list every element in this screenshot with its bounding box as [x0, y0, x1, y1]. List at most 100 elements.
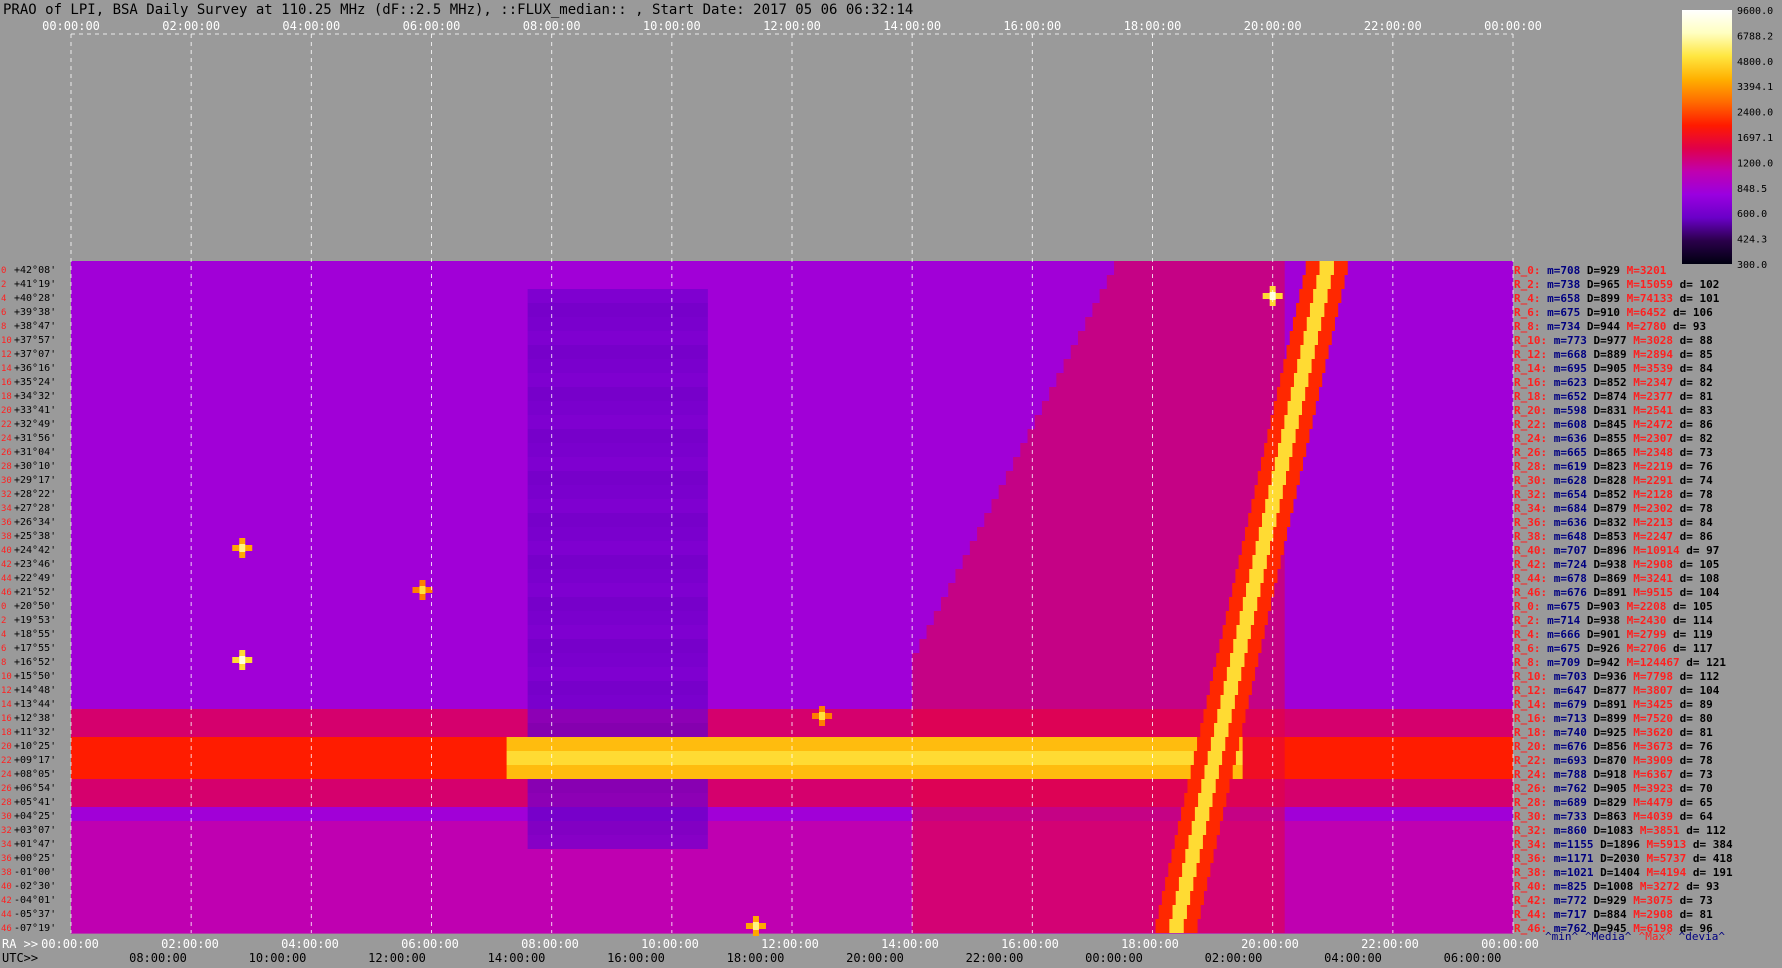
- row-stat: R_38: m=1021 D=1404 M=4194 d= 191: [1514, 866, 1733, 879]
- heatmap-cell: [527, 317, 708, 331]
- colorbar: 9600.0 6788.2 4800.0 3394.1 2400.0 1697.1 1200…: [1682, 6, 1773, 271]
- row-stat: R_2: m=714 D=938 M=2430 d= 114: [1514, 614, 1713, 627]
- streak-cell: [1223, 681, 1239, 695]
- streak-cell: [1214, 723, 1229, 737]
- row-stat: R_46: m=676 D=891 M=9515 d= 104: [1514, 586, 1720, 599]
- heatmap-cell: [912, 793, 1285, 807]
- heatmap-cell: [527, 835, 708, 849]
- row-stat-part: d= 85: [1673, 348, 1713, 361]
- row-index-label: 46: [1, 924, 12, 934]
- row-index-label: 30: [1, 812, 12, 822]
- row-stat-part: D=1404: [1593, 866, 1640, 879]
- row-stat: R_18: m=652 D=874 M=2377 d= 81: [1514, 390, 1713, 403]
- heatmap-cell: [912, 849, 1285, 863]
- declination-label: -02°30': [14, 881, 56, 892]
- heatmap-cell: [1013, 457, 1285, 471]
- declination-label: +05°41': [14, 797, 56, 808]
- utc-time-label: 16:00:00: [607, 951, 665, 965]
- streak-cell: [1300, 345, 1315, 359]
- row-stat-part: m=652: [1547, 390, 1587, 403]
- heatmap-cell: [1034, 415, 1285, 429]
- row-stat-part: R_30:: [1514, 810, 1547, 823]
- row-stat-part: R_26:: [1514, 446, 1547, 459]
- row-stat-part: R_46:: [1514, 922, 1547, 935]
- declination-label: +26°34': [14, 517, 56, 528]
- row-stat-part: M=5913: [1640, 838, 1686, 851]
- row-stat-part: D=865: [1587, 446, 1627, 459]
- row-stat-part: D=874: [1587, 390, 1627, 403]
- row-stat-part: R_24:: [1514, 432, 1547, 445]
- streak-cell: [1201, 779, 1216, 793]
- row-index-label: 14: [1, 364, 12, 374]
- row-stat-part: M=2430: [1620, 614, 1666, 627]
- declination-label: +00°25': [14, 853, 56, 864]
- row-stat-part: m=608: [1547, 418, 1587, 431]
- heatmap-cell: [1114, 261, 1285, 275]
- row-stat-part: d= 114: [1666, 614, 1713, 627]
- row-stat-part: m=654: [1547, 488, 1587, 501]
- heatmap-cell: [527, 681, 708, 695]
- row-stat-part: d= 86: [1673, 530, 1713, 543]
- row-stat: R_22: m=608 D=845 M=2472 d= 86: [1514, 418, 1713, 431]
- row-stat-part: R_18:: [1514, 726, 1547, 739]
- row-index-label: 24: [1, 770, 12, 780]
- row-stat-part: D=2030: [1593, 852, 1639, 865]
- row-stat-part: m=788: [1547, 768, 1587, 781]
- streak-cell: [1262, 513, 1277, 527]
- row-stat-part: m=724: [1547, 558, 1587, 571]
- declination-label: -07°19': [14, 923, 56, 934]
- heatmap-cell: [527, 513, 708, 527]
- streak-cell: [1217, 709, 1232, 723]
- row-stat-part: d= 81: [1673, 726, 1713, 739]
- colorbar-tick-label: 424.3: [1737, 235, 1767, 246]
- row-stat-part: R_10:: [1514, 334, 1547, 347]
- colorbar-tick-label: 1697.1: [1737, 133, 1773, 144]
- streak-cell: [1172, 905, 1187, 919]
- row-stat: R_44: m=678 D=869 M=3241 d= 108: [1514, 572, 1719, 585]
- row-stat-part: M=2219: [1627, 460, 1673, 473]
- ra-time-label: 14:00:00: [881, 937, 939, 951]
- row-stat-part: d= 117: [1666, 642, 1712, 655]
- row-stat-part: D=845: [1587, 418, 1627, 431]
- row-stat-part: R_18:: [1514, 390, 1547, 403]
- row-stat-part: R_16:: [1514, 376, 1547, 389]
- heatmap-cell: [527, 653, 708, 667]
- heatmap-cell: [962, 555, 1285, 569]
- row-stat: R_4: m=658 D=899 M=74133 d= 101: [1514, 292, 1720, 305]
- row-stat-part: D=869: [1587, 572, 1627, 585]
- streak-cell: [1198, 793, 1213, 807]
- row-stat-part: M=2908: [1627, 908, 1673, 921]
- row-stat: R_8: m=734 D=944 M=2780 d= 93: [1514, 320, 1706, 333]
- heatmap-cell: [1049, 387, 1285, 401]
- row-stat-part: m=668: [1547, 348, 1587, 361]
- heatmap-cell: [527, 345, 708, 359]
- row-index-label: 40: [1, 546, 12, 556]
- row-stat-part: M=10914: [1627, 544, 1680, 557]
- row-stat: R_26: m=762 D=905 M=3923 d= 70: [1514, 782, 1713, 795]
- row-index-label: 0: [1, 266, 6, 276]
- point-source: [239, 544, 246, 552]
- row-index-label: 26: [1, 448, 12, 458]
- row-stat-part: M=3201: [1620, 264, 1667, 277]
- heatmap-cell: [1005, 471, 1285, 485]
- row-stat-part: D=891: [1587, 698, 1627, 711]
- row-stat-part: R_2:: [1514, 614, 1541, 627]
- row-stat: R_28: m=619 D=823 M=2219 d= 76: [1514, 460, 1713, 473]
- row-stat-part: M=3620: [1627, 726, 1673, 739]
- declination-label: +33°41': [14, 405, 56, 416]
- heatmap-cell: [912, 863, 1285, 877]
- row-stat-part: m=665: [1547, 446, 1587, 459]
- declination-label: +41°19': [14, 279, 56, 290]
- row-stat-part: d= 93: [1666, 320, 1706, 333]
- point-source: [239, 656, 246, 664]
- declination-label: +29°17': [14, 475, 56, 486]
- row-stat-part: m=709: [1541, 656, 1581, 669]
- row-index-label: 46: [1, 588, 12, 598]
- declination-axis: 0 +42°08' 2 +41°19' 4 +40°28' 6 +39°38' 8 +38°47'…: [1, 265, 56, 934]
- row-stat-part: D=938: [1580, 614, 1620, 627]
- row-stat-part: M=2541: [1627, 404, 1674, 417]
- row-stat-part: m=708: [1541, 264, 1581, 277]
- row-stat-part: d= 86: [1673, 418, 1713, 431]
- row-index-label: 14: [1, 700, 12, 710]
- row-stat-part: M=74133: [1620, 292, 1673, 305]
